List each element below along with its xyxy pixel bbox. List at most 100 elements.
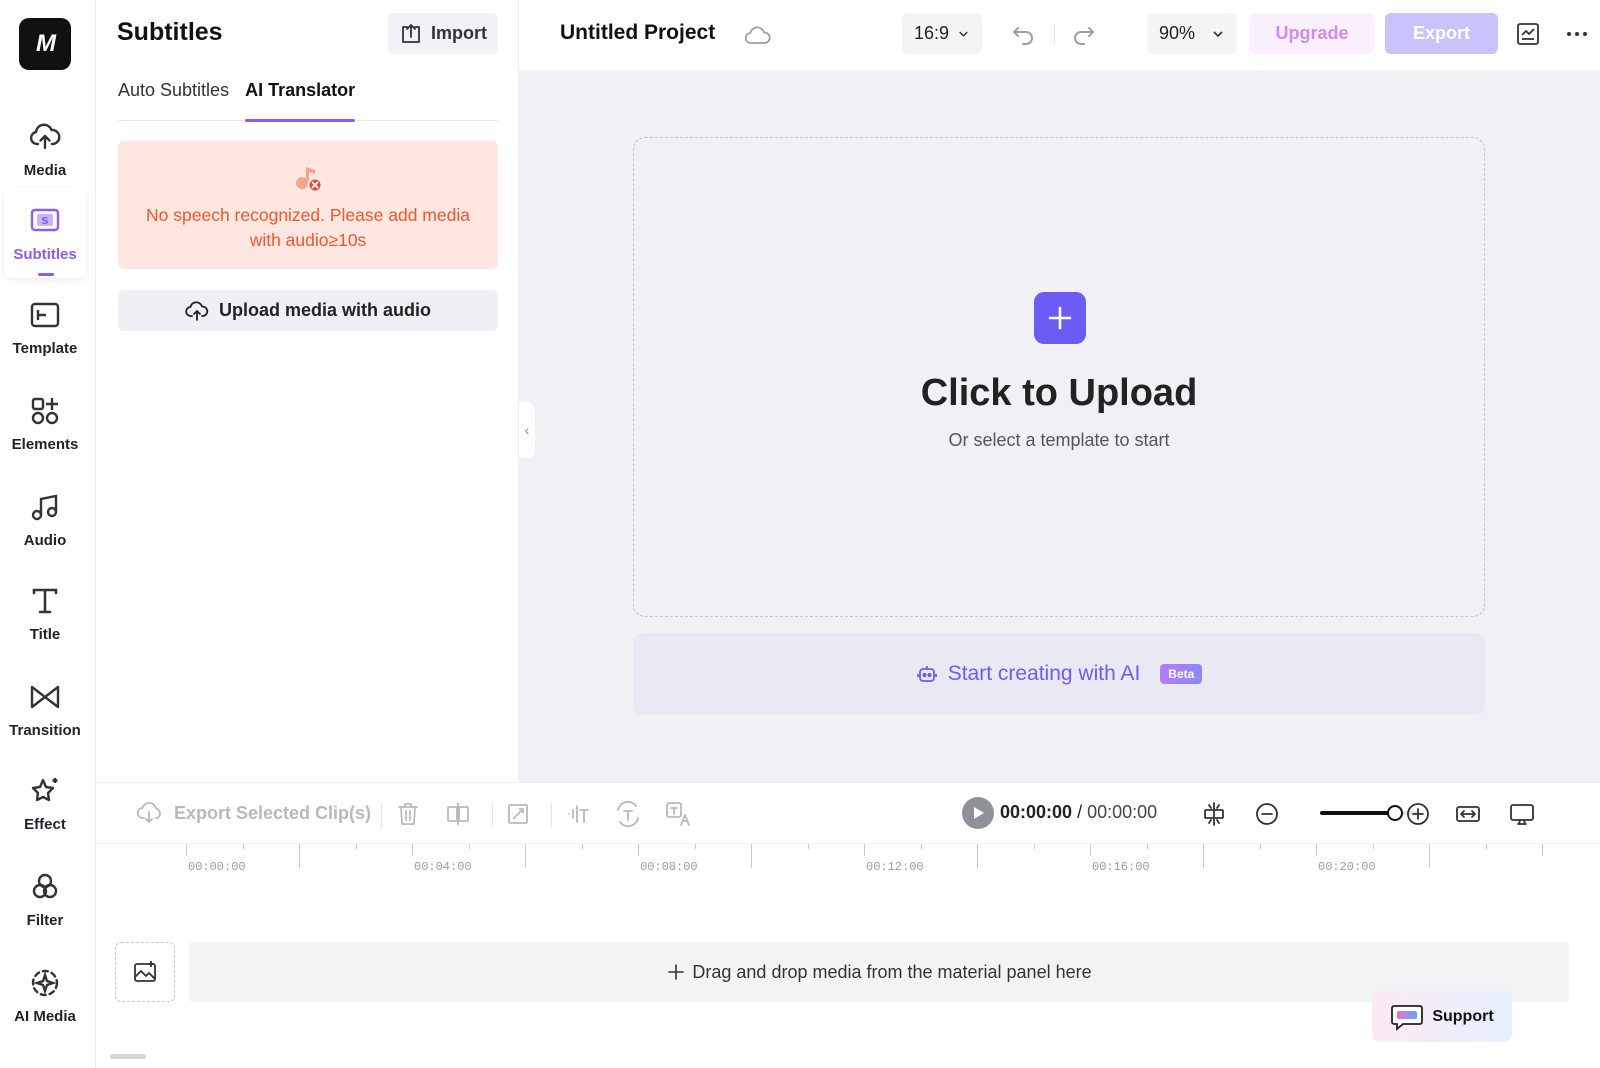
collapse-panel-handle[interactable]: ‹ [519, 402, 535, 458]
ruler-label: 00:00:00 [188, 860, 246, 874]
zoom-dropdown[interactable]: 90% [1147, 13, 1237, 54]
audio-text-icon[interactable] [564, 800, 592, 828]
ruler-minor-tick [468, 844, 470, 849]
image-add-icon [134, 961, 156, 982]
export-clips-label: Export Selected Clip(s) [174, 802, 372, 823]
import-label: Import [431, 23, 487, 43]
ruler-label: 00:12:00 [866, 860, 924, 874]
support-button[interactable]: Support [1372, 991, 1512, 1042]
export-button[interactable]: Export [1385, 13, 1498, 54]
ruler-minor-tick [1146, 844, 1148, 849]
subtitles-icon: S [30, 208, 60, 231]
rail-item-filter[interactable]: Filter [4, 854, 86, 944]
upgrade-button[interactable]: Upgrade [1250, 13, 1374, 54]
tab-ai-translator[interactable]: AI Translator [245, 80, 356, 122]
logo-text: M [36, 30, 56, 57]
start-creating-with-ai-button[interactable]: Start creating with AI Beta [633, 633, 1485, 715]
rail-label-audio: Audio [23, 531, 67, 549]
ruler-major-tick [1542, 844, 1543, 856]
warning-message: No speech recognized. Please add media w… [146, 205, 470, 250]
media-drop-track[interactable]: Drag and drop media from the material pa… [189, 942, 1569, 1002]
left-rail: M Media S Subtitles Template Elements Au… [0, 0, 96, 1068]
import-button[interactable]: Import [388, 13, 498, 54]
ruler-minor-tick [299, 844, 300, 868]
analytics-icon[interactable] [1515, 21, 1541, 47]
ruler-minor-tick [694, 844, 696, 849]
plus-icon [668, 964, 685, 980]
crop-icon[interactable] [504, 800, 532, 828]
chevron-down-icon [1213, 30, 1223, 37]
more-icon[interactable] [1565, 24, 1589, 44]
ai-label: Start creating with AI [947, 662, 1141, 685]
rail-item-ai-media[interactable]: AI Media [4, 950, 86, 1040]
zoom-in-icon[interactable] [1404, 800, 1432, 828]
ruler-label: 00:04:00 [414, 860, 472, 874]
play-button[interactable] [962, 797, 994, 829]
rail-item-media[interactable]: Media [4, 104, 86, 194]
rail-item-audio[interactable]: Audio [4, 474, 86, 564]
add-media-button[interactable] [1034, 292, 1086, 344]
plus-icon [1048, 306, 1072, 330]
rail-label-filter: Filter [26, 911, 64, 929]
preview-canvas: ‹ Click to Upload Or select a template t… [519, 70, 1600, 782]
project-title[interactable]: Untitled Project [560, 21, 715, 45]
ruler-minor-tick [977, 844, 978, 868]
snap-icon[interactable] [1200, 800, 1228, 828]
upload-dropzone[interactable]: Click to Upload Or select a template to … [633, 137, 1485, 617]
transition-icon [30, 685, 60, 708]
rail-item-subtitles[interactable]: S Subtitles [4, 188, 86, 278]
fit-to-width-icon[interactable] [1454, 800, 1482, 828]
app-logo[interactable]: M [19, 18, 71, 70]
rail-item-template[interactable]: Template [4, 282, 86, 372]
ruler-label: 00:16:00 [1092, 860, 1150, 874]
redo-icon[interactable] [1070, 20, 1098, 48]
play-icon [974, 807, 984, 819]
upload-subtitle: Or select a template to start [948, 430, 1170, 450]
toolbar-divider [492, 803, 493, 827]
export-selected-clips-button[interactable]: Export Selected Clip(s) [136, 800, 371, 826]
text-to-speech-icon[interactable] [614, 800, 642, 828]
upload-media-with-audio-button[interactable]: Upload media with audio [118, 290, 498, 331]
ruler-minor-tick [355, 844, 357, 849]
subtitles-panel: Subtitles Import Auto Subtitles AI Trans… [96, 0, 519, 780]
preview-monitor-icon[interactable] [1508, 800, 1536, 828]
support-label: Support [1432, 1007, 1494, 1025]
translate-icon[interactable] [664, 800, 692, 828]
rail-item-effect[interactable]: Effect [4, 758, 86, 848]
cloud-sync-icon[interactable] [745, 24, 771, 48]
ruler-minor-tick [1203, 844, 1204, 868]
import-icon [402, 23, 420, 43]
undo-icon[interactable] [1009, 20, 1037, 48]
timeline-ruler[interactable]: 00:00:00 00:04:00 00:08:00 00:12:00 00:16:00… [186, 844, 1566, 878]
horizontal-scrollbar[interactable] [110, 1054, 146, 1059]
ruler-major-tick [1090, 844, 1091, 856]
rail-item-elements[interactable]: Elements [4, 378, 86, 468]
chevron-down-icon [959, 31, 968, 37]
rail-label-subtitles: Subtitles [13, 245, 77, 263]
zoom-value: 90% [1159, 23, 1196, 43]
toolbar-divider [381, 803, 382, 827]
ruler-minor-tick [751, 844, 752, 868]
upload-title: Click to Upload [920, 372, 1198, 414]
delete-icon[interactable] [394, 800, 422, 828]
aspect-ratio-dropdown[interactable]: 16:9 [902, 13, 982, 54]
cloud-upload-icon [185, 300, 209, 321]
rail-item-title[interactable]: Title [4, 568, 86, 658]
elements-icon [31, 397, 59, 424]
no-speech-warning: No speech recognized. Please add media w… [118, 141, 498, 269]
ruler-label: 00:08:00 [640, 860, 698, 874]
split-icon[interactable] [444, 800, 472, 828]
ruler-minor-tick [1429, 844, 1430, 868]
rail-item-transition[interactable]: Transition [4, 664, 86, 754]
sparkle-star-icon [31, 777, 58, 801]
zoom-out-icon[interactable] [1253, 800, 1281, 828]
zoom-slider-fill [1320, 811, 1395, 815]
beta-badge: Beta [1160, 664, 1203, 684]
zoom-slider-knob[interactable] [1387, 805, 1403, 821]
ruler-minor-tick [1259, 844, 1261, 849]
toolbar-divider [551, 803, 552, 827]
ruler-minor-tick [1372, 844, 1374, 849]
template-icon [30, 302, 60, 327]
add-media-track-button[interactable] [115, 942, 175, 1002]
tab-auto-subtitles[interactable]: Auto Subtitles [118, 80, 229, 121]
